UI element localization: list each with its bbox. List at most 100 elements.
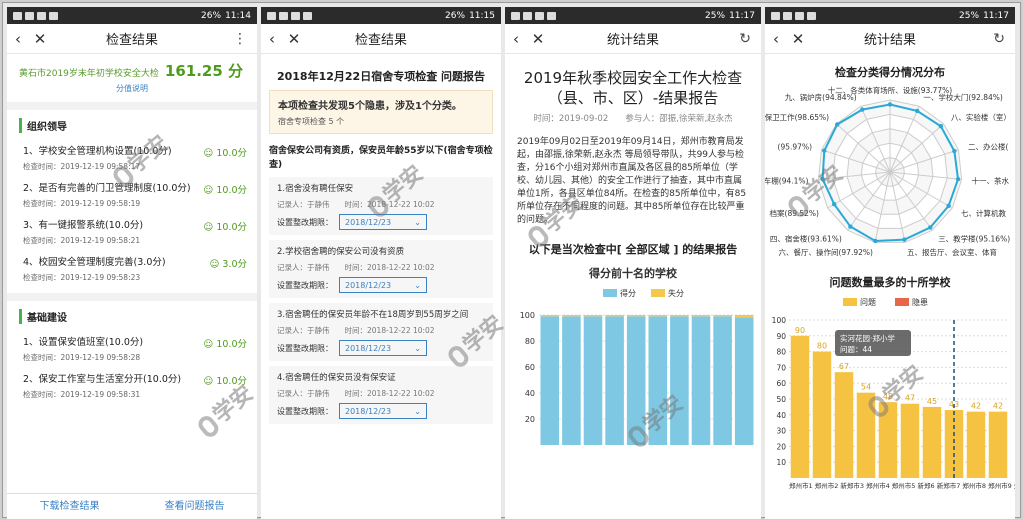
score-explain-link[interactable]: 分值说明: [7, 83, 257, 94]
deadline-select[interactable]: 2018/12/23 ⌄: [339, 340, 427, 356]
deadline-select[interactable]: 2018/12/23 ⌄: [339, 403, 427, 419]
status-bar: 25% 11:17: [505, 7, 761, 24]
bar-problem: [922, 406, 942, 478]
y-tick-label: 80: [525, 337, 535, 346]
bar-score: [540, 316, 560, 445]
x-tick-labels: 郑州市1 郑州市2 新郑市3 郑州市4 郑州市5 新郑6 新郑市7 郑州市8 郑…: [789, 481, 1015, 490]
chevron-down-icon: ⌄: [414, 217, 421, 227]
smile-icon: ☺: [209, 259, 220, 270]
bar-lost: [540, 315, 560, 317]
region-subheading: 以下是当次检查中[ 全部区域 ] 的结果报告: [528, 243, 738, 256]
check-item[interactable]: 1、设置保安值班室(10.0分) 检查时间：2019-12-19 09:58:28…: [7, 330, 257, 367]
radar-title: 检查分类得分情况分布: [835, 66, 945, 79]
radar-axis-label: 档案(89.52%): [770, 208, 820, 218]
tooltip-text: 实河花园·郑小学: [840, 333, 895, 343]
back-icon[interactable]: ‹: [765, 30, 787, 48]
radar-point: [914, 108, 920, 114]
section-heading: 基础建设: [19, 309, 257, 324]
chevron-down-icon: ⌄: [414, 406, 421, 416]
item-score: ☺ 3.0分: [209, 259, 247, 270]
smile-icon: ☺: [203, 376, 214, 387]
report-paragraph: 2019年09月02日至2019年09月14日，郑州市教育局发起，由邵振,徐荣新…: [517, 137, 747, 225]
legend-swatch: [651, 289, 665, 297]
close-icon[interactable]: ✕: [527, 30, 549, 48]
download-result-button[interactable]: 下载检查结果: [7, 494, 132, 519]
report-title: 2018年12月22日宿舍专项检查 问题报告: [276, 70, 486, 83]
radar-axis-label: 六、餐厅、操作间(97.92%): [778, 247, 873, 257]
legend-label: 失分: [668, 288, 684, 298]
nav-bar: ‹ ✕ 统计结果 ↻: [505, 24, 761, 54]
bar-score: [648, 316, 668, 445]
radar-axis-label: (95.97%): [778, 143, 813, 152]
bar-score: [734, 317, 754, 445]
data-label: 42: [971, 402, 981, 411]
back-icon[interactable]: ‹: [505, 30, 527, 48]
bar-lost: [626, 315, 646, 317]
bar-problem: [790, 335, 810, 478]
y-tick-label: 60: [525, 363, 535, 372]
section-heading: 组织领导: [19, 118, 257, 133]
y-tick-label: 20: [776, 442, 786, 451]
more-icon[interactable]: ⋮: [233, 31, 247, 47]
refresh-icon[interactable]: ↻: [739, 31, 751, 47]
item-score: ☺ 10.0分: [203, 339, 247, 350]
issue-meta: 记录人：于静伟 时间：2018-12-22 10:02: [277, 389, 435, 398]
radar-axis-label: 三、教学楼(95.16%): [938, 233, 1010, 243]
nav-bar: ‹ ✕ 检查结果 ⋮: [7, 24, 257, 54]
radar-axis-label: 九、锅炉房(94.84%): [785, 92, 857, 102]
deadline-select[interactable]: 2018/12/23 ⌄: [339, 214, 427, 230]
bar-problem: [900, 403, 920, 478]
smile-icon: ☺: [203, 339, 214, 350]
radar-point: [848, 224, 853, 229]
back-icon[interactable]: ‹: [261, 30, 283, 48]
bar-score: [713, 316, 732, 445]
issue-card: 4.宿舍聘任的保安员没有保安证 记录人：于静伟 时间：2018-12-22 10:…: [269, 366, 493, 424]
status-bar: 25% 11:17: [765, 7, 1015, 24]
view-report-button[interactable]: 查看问题报告: [132, 494, 257, 519]
legend-swatch: [843, 298, 857, 306]
refresh-icon[interactable]: ↻: [993, 31, 1005, 47]
close-icon[interactable]: ✕: [787, 30, 809, 48]
radar-axis-label: 四、宿舍楼(93.61%): [770, 233, 842, 243]
deadline-label: 设置整改期限：: [277, 406, 333, 416]
radar-point: [938, 124, 944, 129]
bar-problem: [856, 392, 876, 478]
item-score: ☺ 10.0分: [203, 222, 247, 233]
top10-problem-chart: 问题 隐患 10 20 30 40 50 60 70 80 90 100 90 80 67 54 48 47 45 4…: [772, 297, 1015, 490]
check-item[interactable]: 3、有一键报警系统(10.0分) 检查时间：2019-12-19 09:58:21…: [7, 213, 257, 250]
issue-text: 3.宿舍聘任的保安员年龄不在18周岁到55周岁之间: [277, 310, 469, 320]
bar-score: [626, 316, 646, 445]
bar-lost: [648, 315, 668, 317]
tooltip: 实河花园·郑小学问题：44: [835, 330, 911, 356]
tooltip-text: 问题：44: [840, 345, 872, 354]
data-label: 54: [861, 383, 871, 392]
close-icon[interactable]: ✕: [283, 30, 305, 48]
bar-score: [691, 316, 711, 445]
deadline-label: 设置整改期限：: [277, 280, 333, 290]
radar-point: [946, 203, 951, 209]
close-icon[interactable]: ✕: [29, 30, 51, 48]
back-icon[interactable]: ‹: [7, 30, 29, 48]
bar-problem: [812, 351, 832, 478]
nav-bar: ‹ ✕ 统计结果 ↻: [765, 24, 1015, 54]
check-item[interactable]: 4、校园安全管理制度完善(3.0分) 检查时间：2019-12-19 09:58:…: [7, 250, 257, 287]
report-meta: 时间：2019-09-02 参与人：邵振,徐荣新,赵永杰: [533, 114, 733, 124]
bar-lost: [583, 315, 603, 317]
check-item[interactable]: 2、是否有完善的门卫管理制度(10.0分) 检查时间：2019-12-19 09:…: [7, 176, 257, 213]
radar-axis-label: 十一、茶水: [972, 176, 1010, 186]
item-time: 检查时间：2019-12-19 09:58:23: [23, 273, 141, 282]
bar-problem: [834, 372, 854, 478]
check-item[interactable]: 1、学校安全管理机构设置(10.0分) 检查时间：2019-12-19 09:58…: [7, 139, 257, 176]
radar-point: [955, 176, 961, 182]
radar-axis-label: 保卫工作(98.65%): [765, 112, 829, 122]
deadline-select[interactable]: 2018/12/23 ⌄: [339, 277, 427, 293]
radar-axis-label: 五、报告厅、会议室、体育: [907, 247, 997, 257]
screenshot-frame: 26% 11:14 ‹ ✕ 检查结果 ⋮ 黄石市2019岁末年初学校安全大检 161…: [2, 2, 1021, 519]
bar-score: [562, 316, 581, 445]
check-item[interactable]: 2、保安工作室与生活室分开(10.0分) 检查时间：2019-12-19 09:5…: [7, 367, 257, 404]
radar-axis-label: 八、实验楼（室）: [951, 112, 1011, 122]
phone-problem-report: 26% 11:15 ‹ ✕ 检查结果 2018年12月22日宿舍专项检查 问题报告…: [261, 7, 501, 519]
bottom-bar: 下载检查结果 查看问题报告: [7, 493, 257, 519]
y-tick-label: 10: [776, 458, 786, 467]
summary-box: 本项检查共发现5个隐患，涉及1个分类。 宿舍专项检查 5 个: [269, 90, 493, 134]
